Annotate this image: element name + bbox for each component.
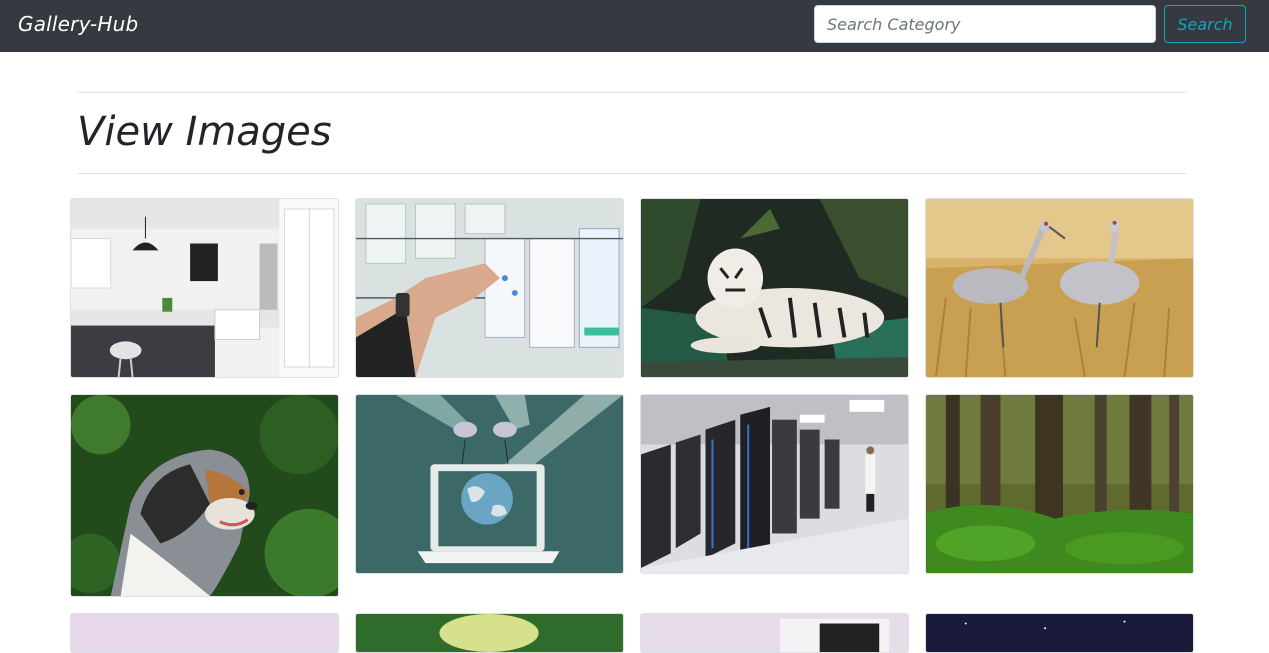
divider-top <box>77 92 1187 93</box>
gallery-image-night-sky[interactable] <box>925 613 1194 653</box>
search-category-input[interactable] <box>814 5 1156 43</box>
divider-bottom <box>77 173 1187 174</box>
gallery-image-server-room[interactable] <box>640 394 909 574</box>
navbar: Gallery-Hub Search <box>0 0 1269 52</box>
gallery-image-white-tiger[interactable] <box>640 198 909 378</box>
gallery-image-office[interactable] <box>640 613 909 653</box>
gallery-image-forest[interactable] <box>925 394 1194 574</box>
gallery-image-whiteboard[interactable] <box>355 198 624 378</box>
gallery-image-sunlit-forest[interactable] <box>355 613 624 653</box>
gallery-image-kitchen[interactable] <box>70 198 339 378</box>
gallery-image-laptop-globe[interactable] <box>355 394 624 574</box>
search-button[interactable]: Search <box>1164 5 1246 43</box>
brand-logo[interactable]: Gallery-Hub <box>18 12 138 36</box>
gallery-image-pale-pink[interactable] <box>70 613 339 653</box>
gallery-image-dog[interactable] <box>70 394 339 597</box>
page-title: View Images <box>77 109 332 155</box>
gallery-image-cranes[interactable] <box>925 198 1194 378</box>
